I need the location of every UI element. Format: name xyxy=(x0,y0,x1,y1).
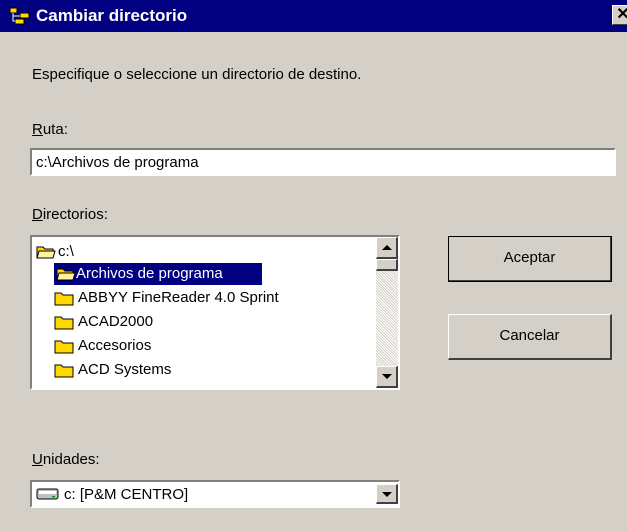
window-title: Cambiar directorio xyxy=(36,6,188,25)
chevron-down-icon xyxy=(382,492,392,497)
folder-icon xyxy=(54,292,74,306)
directory-scrollbar[interactable] xyxy=(376,237,398,388)
path-label: Ruta: xyxy=(32,121,68,139)
list-item-label: Archivos de programa xyxy=(76,265,223,282)
drives-selected-value: c: [P&M CENTRO] xyxy=(64,486,189,503)
directories-label: Directorios: xyxy=(32,206,108,224)
title-bar: Cambiar directorio ✕ xyxy=(0,0,627,32)
scroll-down-button[interactable] xyxy=(376,366,398,388)
path-label-accelerator: R xyxy=(32,121,43,138)
scroll-thumb[interactable] xyxy=(376,259,398,271)
instruction-text: Especifique o seleccione un directorio d… xyxy=(32,66,362,83)
list-item-label: ACAD2000 xyxy=(78,313,154,330)
directories-label-text: irectorios: xyxy=(42,206,108,223)
drives-label-accelerator: U xyxy=(32,451,43,468)
close-button[interactable]: ✕ xyxy=(612,5,627,25)
folder-icon xyxy=(54,340,74,354)
close-icon: ✕ xyxy=(616,6,627,23)
open-folder-icon xyxy=(36,246,56,259)
hard-drive-icon xyxy=(36,488,59,500)
list-item-selected[interactable]: Archivos de programa xyxy=(54,263,262,285)
drives-label: Unidades: xyxy=(32,451,100,469)
path-input[interactable]: c:\Archivos de programa xyxy=(30,148,616,176)
directory-listbox[interactable]: c:\ Archivos de programa ABBYY FineReade… xyxy=(30,235,400,390)
folder-icon xyxy=(54,364,74,378)
drives-label-text: nidades: xyxy=(42,451,100,468)
path-input-value: c:\Archivos de programa xyxy=(36,154,199,171)
list-item-label: Accesorios xyxy=(78,337,152,354)
cancel-button[interactable]: Cancelar xyxy=(448,314,612,360)
drives-combobox[interactable]: c: [P&M CENTRO] xyxy=(30,480,400,508)
list-item-label: ACD Systems xyxy=(78,361,172,378)
open-folder-icon xyxy=(56,268,76,281)
accept-button[interactable]: Aceptar xyxy=(448,236,612,282)
arrow-down-icon xyxy=(382,374,392,379)
arrow-up-icon xyxy=(382,245,392,250)
folder-tree-icon xyxy=(9,7,30,25)
list-item-label: c:\ xyxy=(58,243,74,260)
directories-label-accelerator: D xyxy=(32,206,43,223)
folder-icon xyxy=(54,316,74,330)
path-label-text: uta: xyxy=(42,121,68,138)
drives-dropdown-button[interactable] xyxy=(376,484,398,504)
list-item-label: ABBYY FineReader 4.0 Sprint xyxy=(78,289,279,306)
scroll-up-button[interactable] xyxy=(376,237,398,259)
